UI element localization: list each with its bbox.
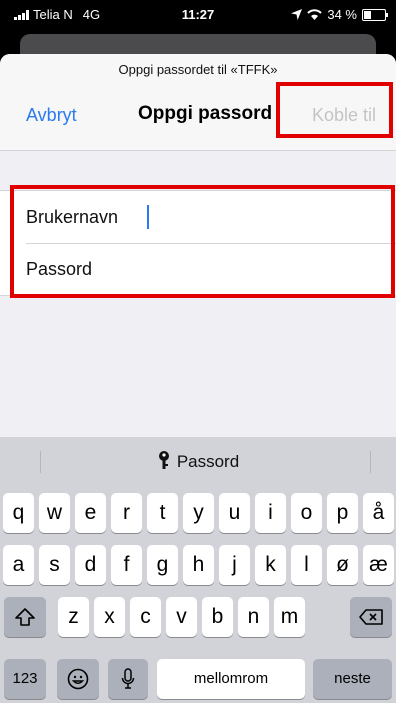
emoji-key[interactable] xyxy=(57,659,99,699)
battery-icon xyxy=(362,8,388,21)
key-t[interactable]: t xyxy=(147,493,178,533)
status-bar: Telia N 4G 11:27 34 % xyxy=(0,0,396,30)
shift-key[interactable] xyxy=(4,597,46,637)
fields-highlight xyxy=(10,185,395,298)
page-title: Oppgi passord xyxy=(138,103,273,124)
key-k[interactable]: k xyxy=(255,545,286,585)
key-c[interactable]: c xyxy=(130,597,161,637)
status-right: 34 % xyxy=(291,7,388,22)
key-n[interactable]: n xyxy=(238,597,269,637)
suggestion-label: Passord xyxy=(176,452,240,471)
key-x[interactable]: x xyxy=(94,597,125,637)
key-w[interactable]: w xyxy=(39,493,70,533)
key-r[interactable]: r xyxy=(111,493,142,533)
key-g[interactable]: g xyxy=(147,545,178,585)
suggestion-bar: Passord xyxy=(0,437,396,487)
key-v[interactable]: v xyxy=(166,597,197,637)
suggestion-divider xyxy=(370,451,371,473)
key-æ[interactable]: æ xyxy=(363,545,394,585)
key-ø[interactable]: ø xyxy=(327,545,358,585)
key-z[interactable]: z xyxy=(58,597,89,637)
dictation-key[interactable] xyxy=(108,659,148,699)
key-e[interactable]: e xyxy=(75,493,106,533)
battery-fill xyxy=(364,10,371,19)
next-key[interactable]: neste xyxy=(313,659,392,699)
key-j[interactable]: j xyxy=(219,545,250,585)
battery-percent: 34 % xyxy=(327,7,357,22)
wifi-icon xyxy=(307,9,323,20)
key-y[interactable]: y xyxy=(183,493,214,533)
key-å[interactable]: å xyxy=(363,493,394,533)
shift-icon xyxy=(15,608,35,627)
microphone-icon xyxy=(121,668,135,690)
emoji-icon xyxy=(67,669,89,690)
key-q[interactable]: q xyxy=(3,493,34,533)
key-b[interactable]: b xyxy=(202,597,233,637)
cancel-button[interactable]: Avbryt xyxy=(26,105,77,126)
key-icon xyxy=(158,451,169,469)
connect-highlight xyxy=(276,82,393,138)
key-o[interactable]: o xyxy=(291,493,322,533)
space-key[interactable]: mellomrom xyxy=(157,659,305,699)
key-m[interactable]: m xyxy=(274,597,305,637)
backspace-icon xyxy=(359,609,383,626)
key-p[interactable]: p xyxy=(327,493,358,533)
key-d[interactable]: d xyxy=(75,545,106,585)
key-l[interactable]: l xyxy=(291,545,322,585)
key-f[interactable]: f xyxy=(111,545,142,585)
location-arrow-icon xyxy=(291,9,303,20)
key-a[interactable]: a xyxy=(3,545,34,585)
password-suggestion[interactable]: Passord xyxy=(0,451,396,472)
key-u[interactable]: u xyxy=(219,493,250,533)
network-prompt: Oppgi passordet til «TFFK» xyxy=(118,62,278,77)
screen: Telia N 4G 11:27 34 % Oppgi passordet ti… xyxy=(0,0,396,703)
keyboard: Passord qwertyuiopå asdfghjkløæ zxcvbnm 1… xyxy=(0,437,396,703)
key-s[interactable]: s xyxy=(39,545,70,585)
key-i[interactable]: i xyxy=(255,493,286,533)
backspace-key[interactable] xyxy=(350,597,392,637)
numbers-key[interactable]: 123 xyxy=(4,659,46,699)
key-h[interactable]: h xyxy=(183,545,214,585)
